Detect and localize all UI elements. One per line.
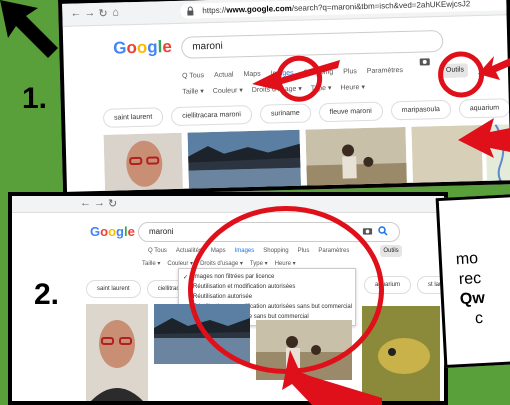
chip[interactable]: ciellitracara maroni (170, 104, 253, 127)
tab-all[interactable]: Q Tous (148, 248, 167, 254)
logo-letter: e (127, 224, 135, 239)
tab-settings[interactable]: Paramètres (367, 67, 403, 75)
screenshot-panel-1: ← → ↻ ⌂ https://www.google.com/search?q=… (58, 0, 510, 196)
tools-button[interactable]: Outils (380, 245, 402, 257)
address-bar[interactable]: https://www.google.com/search?q=maroni&t… (180, 0, 510, 19)
arrow-left-icon[interactable]: ← (80, 197, 91, 209)
instruction-line: rec (458, 269, 482, 289)
related-chips: saint laurent ciellitracara maroni surin… (102, 98, 510, 128)
camera-icon[interactable] (419, 56, 431, 66)
logo-letter: e (162, 37, 173, 57)
check-icon: ✓ (183, 275, 189, 281)
logo-letter: g (116, 224, 124, 239)
red-arrow-to-usage-rights (252, 60, 340, 92)
filter-color[interactable]: Couleur ▾ (213, 86, 243, 95)
lock-icon (187, 6, 194, 16)
logo-letter: G (113, 38, 127, 58)
google-logo[interactable]: Google (90, 224, 135, 239)
red-arrow-to-menu (282, 350, 382, 405)
red-arrow-to-chips (458, 118, 510, 158)
url-path: /search?q=maroni&tbm=isch&ved=2ahUKEwjcs… (291, 0, 471, 13)
chip[interactable]: saint laurent (86, 280, 141, 298)
highlight-circle-usage-menu (188, 206, 384, 374)
chip[interactable]: maripasoula (390, 99, 452, 121)
camera-icon[interactable] (362, 226, 373, 236)
chip[interactable]: suriname (259, 103, 311, 124)
arrow-right-icon[interactable]: → (94, 197, 105, 209)
instruction-line: Qw (459, 289, 486, 309)
tab-all[interactable]: Q Tous (182, 72, 204, 80)
step-number-2: 2. (34, 278, 60, 311)
tab-more[interactable]: Plus (343, 68, 357, 75)
instruction-line: mo (455, 250, 479, 269)
image-result-portrait[interactable] (103, 132, 184, 196)
url-host: www.google.com (226, 3, 292, 15)
instruction-line: c (474, 309, 484, 328)
chip[interactable]: aquarium (458, 98, 510, 119)
filter-size[interactable]: Taille ▾ (182, 87, 204, 96)
logo-letter: G (90, 224, 101, 239)
instruction-panel: mo rec Qw c (435, 194, 510, 368)
tab-news[interactable]: Actual (214, 71, 234, 79)
reload-icon[interactable]: ↻ (108, 197, 117, 210)
search-icon[interactable] (378, 226, 388, 236)
chip[interactable]: saint laurent (102, 107, 164, 128)
red-arrow-to-tools (478, 56, 510, 80)
arrow-right-icon[interactable]: → (84, 7, 95, 19)
browser-toolbar: ← → ↻ ⌂ https://www.google.com/search?q=… (62, 0, 510, 27)
logo-letter: o (108, 224, 117, 239)
filter-color[interactable]: Couleur ▾ (167, 260, 193, 267)
google-logo[interactable]: Google (113, 37, 172, 59)
browser-toolbar: ← → ↻ (12, 196, 444, 213)
image-result-river-sunset[interactable] (187, 129, 302, 196)
search-input[interactable]: maroni (181, 29, 444, 59)
logo-letter: o (100, 224, 109, 239)
logo-letter: o (126, 37, 138, 58)
logo-letter: o (136, 37, 148, 57)
image-result-portrait[interactable] (86, 304, 148, 402)
filter-time[interactable]: Heure ▾ (340, 83, 365, 92)
image-result-boat[interactable] (305, 126, 408, 194)
chip[interactable]: fleuve maroni (318, 101, 383, 123)
url-prefix: https:// (202, 5, 227, 16)
arrow-left-icon[interactable]: ← (70, 7, 81, 19)
step-number-1: 1. (22, 82, 48, 115)
screenshot-panel-2: ← → ↻ Google maroni Q Tous Actualités Ma… (8, 192, 448, 405)
black-pointer-arrow (0, 0, 58, 58)
reload-icon[interactable]: ↻ (98, 7, 108, 20)
home-icon[interactable]: ⌂ (112, 6, 119, 18)
filter-size[interactable]: Taille ▾ (142, 260, 160, 267)
